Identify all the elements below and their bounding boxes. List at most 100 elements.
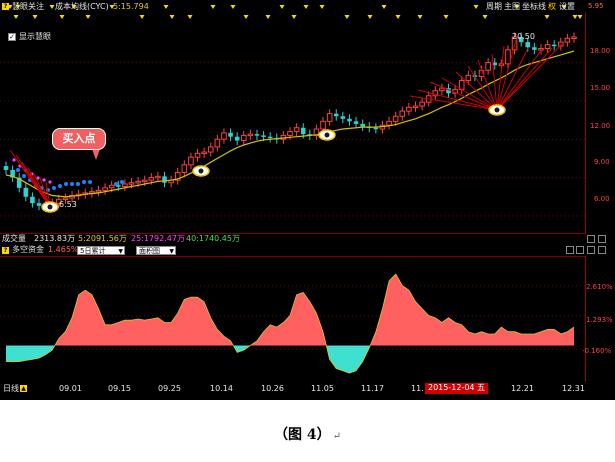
close-panel-icon[interactable] (598, 235, 606, 243)
flow-axis-label: 2.610% (586, 283, 613, 291)
check-icon: ✓ (9, 33, 15, 41)
candle-body (135, 180, 141, 184)
candle-body (300, 127, 306, 135)
expand-icon[interactable] (587, 235, 595, 243)
candle-body (320, 120, 326, 130)
highlight-date: 2015-12-04 五 (425, 383, 489, 394)
flow-maximize-icon[interactable] (587, 246, 595, 254)
ma-label: 成本均线(CYC) (55, 2, 109, 11)
flow-expand-icon[interactable] (566, 246, 574, 254)
candle-body (564, 37, 571, 43)
buy-dot (64, 182, 68, 186)
candle-body (419, 101, 425, 107)
volume-info-bar: 成交量 2313.83万 5:2091.56万 25:1792.47万 40:1… (0, 234, 615, 245)
magenta-dot (48, 180, 52, 184)
flow-name: 多空资金 (12, 245, 44, 254)
date-tick: 11.17 (361, 384, 384, 393)
candle-body (373, 127, 379, 130)
candle-body (412, 105, 419, 109)
period-up-icon[interactable]: ▲ (20, 385, 27, 392)
eye-pupil-icon (47, 204, 53, 210)
chart-canvas (0, 0, 615, 400)
candle-body (538, 48, 544, 51)
menu-settings[interactable]: 设置 (559, 2, 575, 12)
candle-body (392, 115, 399, 122)
show-eye-label[interactable]: 显示慧眼 (19, 32, 51, 42)
candle-body (240, 134, 247, 142)
candle-body (102, 187, 108, 191)
buy-point-text: 买入点 (62, 132, 96, 145)
candle-body (261, 135, 266, 137)
buy-dot (82, 180, 86, 184)
candle-body (571, 36, 577, 40)
candle-body (525, 42, 531, 48)
candle-body (254, 134, 260, 136)
candle-body (148, 177, 155, 181)
flow-settings-icon[interactable] (576, 246, 584, 254)
chart-type-select-value: 面积图 (139, 247, 160, 255)
flow-close-icon[interactable] (598, 246, 606, 254)
candle-body (406, 106, 412, 112)
indicator-name: 慧眼关注 (12, 2, 44, 11)
buy-dot (88, 180, 92, 184)
date-tick: 09.25 (158, 384, 181, 393)
candle-body (141, 179, 148, 183)
candle-body (465, 74, 472, 81)
candle-body (326, 113, 333, 122)
candle-body (439, 87, 445, 92)
menu-axis-line[interactable]: 坐标线 (522, 2, 546, 12)
volume-total: 2313.83万 (34, 234, 76, 243)
volume-ma40: 40:1740.45万 (186, 234, 240, 243)
candle-body (386, 120, 392, 126)
show-eye-checkbox[interactable]: ✓ (8, 33, 16, 41)
menu-main-chart[interactable]: 主图 (504, 2, 520, 12)
candle-body (128, 182, 135, 185)
candle-body (532, 47, 537, 50)
top-right-price: 5.95 (588, 2, 604, 10)
date-tick: 12.21 (511, 384, 534, 393)
price-axis-label: 18.00 (590, 47, 611, 55)
candle-body (181, 164, 188, 173)
candle-body (544, 44, 551, 50)
candle-body (207, 146, 214, 153)
chart-type-select[interactable]: 面积图 ▼ (136, 246, 176, 255)
magenta-dot (42, 178, 46, 182)
candle-body (201, 151, 207, 155)
flow-axis-label: -0.160% (582, 347, 612, 355)
candle-body (162, 176, 167, 183)
candle-body (3, 166, 9, 170)
price-axis-label: 15.00 (590, 84, 611, 92)
menu-rights[interactable]: 权 (548, 2, 556, 12)
candle-body (23, 187, 29, 197)
flow-help-icon[interactable]: ? (2, 247, 9, 254)
high-price-label: 20.50 (512, 32, 535, 41)
date-tick: 10.26 (261, 384, 284, 393)
candle-body (30, 196, 35, 204)
candle-body (333, 113, 339, 117)
candle-body (108, 184, 115, 189)
candle-body (360, 123, 365, 127)
buy-point-callout: 买入点 (52, 128, 106, 150)
date-tick: 12.31 (562, 384, 585, 393)
date-tick: 11.05 (311, 384, 334, 393)
magenta-dot (12, 158, 16, 162)
candle-body (353, 121, 359, 124)
buy-dot (114, 182, 118, 186)
period-select-value: 5日累计 (80, 247, 106, 255)
chevron-down-icon: ▼ (169, 248, 174, 255)
volume-ma25: 25:1792.47万 (131, 234, 185, 243)
candle-body (505, 49, 511, 65)
buy-dot (16, 168, 20, 172)
period-label[interactable]: 日线 (3, 384, 19, 394)
menu-period[interactable]: 周期 (486, 2, 502, 12)
candle-body (485, 62, 491, 71)
stock-chart-window: ? 慧眼关注 成本均线(CYC) 5:15.794 周期 主图 坐标线 权 设置… (0, 0, 615, 400)
candle-body (498, 63, 505, 66)
volume-label: 成交量 (2, 234, 26, 243)
buy-dot (58, 184, 62, 188)
price-axis-label: 6.00 (594, 195, 610, 203)
chevron-down-icon: ▼ (118, 248, 123, 255)
help-icon[interactable]: ? (2, 3, 9, 10)
buy-dot (52, 186, 56, 190)
period-select[interactable]: 5日累计 ▼ (77, 246, 125, 255)
